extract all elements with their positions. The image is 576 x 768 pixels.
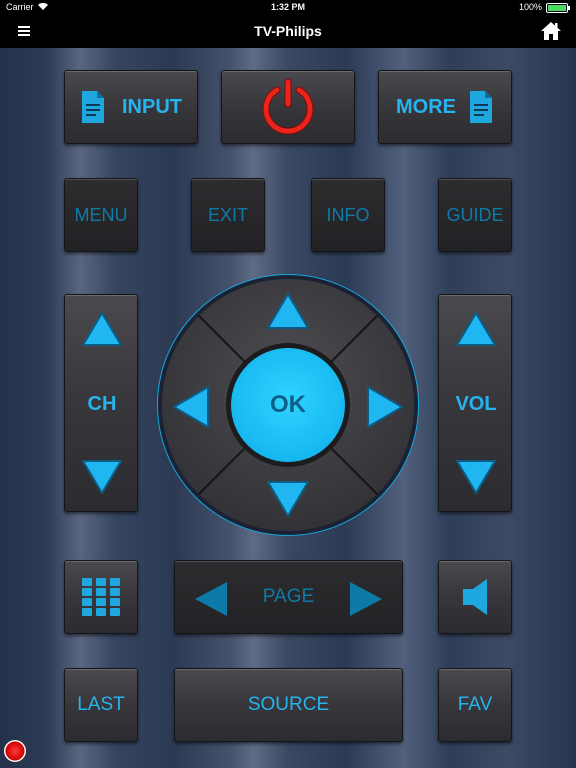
mute-button[interactable] [438, 560, 512, 634]
source-label: SOURCE [247, 694, 330, 715]
volume-up-button[interactable] [455, 311, 497, 347]
page-label: PAGE [262, 586, 315, 607]
channel-down-button[interactable] [81, 459, 123, 495]
exit-label: EXIT [207, 204, 248, 225]
home-icon[interactable] [540, 20, 562, 42]
dpad-up-button[interactable] [266, 292, 310, 330]
channel-rocker: CH [64, 294, 138, 512]
document-icon [470, 91, 492, 123]
top-bar: Carrier 1:32 PM 100% TV-Philips [0, 0, 576, 48]
battery-percent: 100% [518, 2, 542, 12]
last-button[interactable]: LAST [64, 668, 138, 742]
page-rocker: PAGE [174, 560, 403, 634]
page-down-button[interactable] [193, 580, 229, 618]
document-icon [82, 91, 104, 123]
number-pad-icon [82, 578, 120, 616]
dpad-down-button[interactable] [266, 480, 310, 518]
menu-label: MENU [74, 204, 128, 225]
info-button[interactable]: INFO [311, 178, 385, 252]
fav-button[interactable]: FAV [438, 668, 512, 742]
power-icon [262, 78, 314, 135]
more-label: MORE [396, 95, 456, 118]
dpad-left-button[interactable] [172, 385, 210, 429]
record-button[interactable] [4, 740, 26, 762]
guide-button[interactable]: GUIDE [438, 178, 512, 252]
channel-label: CH [87, 393, 117, 415]
speaker-icon [463, 579, 487, 615]
ok-label: OK [231, 348, 345, 462]
menu-button[interactable]: MENU [64, 178, 138, 252]
last-label: LAST [77, 694, 125, 715]
fav-label: FAV [457, 694, 493, 715]
dpad-right-button[interactable] [366, 385, 404, 429]
power-button[interactable] [221, 70, 355, 144]
guide-label: GUIDE [446, 204, 504, 225]
page-up-button[interactable] [348, 580, 384, 618]
volume-label: VOL [455, 393, 497, 415]
ok-button[interactable]: OK [226, 343, 350, 467]
nav-title: TV-Philips [254, 23, 322, 39]
channel-up-button[interactable] [81, 311, 123, 347]
more-button[interactable]: MORE [378, 70, 512, 144]
volume-down-button[interactable] [455, 459, 497, 495]
source-button[interactable]: SOURCE [174, 668, 403, 742]
volume-rocker: VOL [438, 294, 512, 512]
battery-icon [546, 3, 570, 13]
exit-button[interactable]: EXIT [191, 178, 265, 252]
keypad-button[interactable] [64, 560, 138, 634]
status-time: 1:32 PM [270, 2, 305, 12]
info-label: INFO [326, 204, 370, 225]
input-label: INPUT [122, 95, 182, 118]
input-button[interactable]: INPUT [64, 70, 198, 144]
